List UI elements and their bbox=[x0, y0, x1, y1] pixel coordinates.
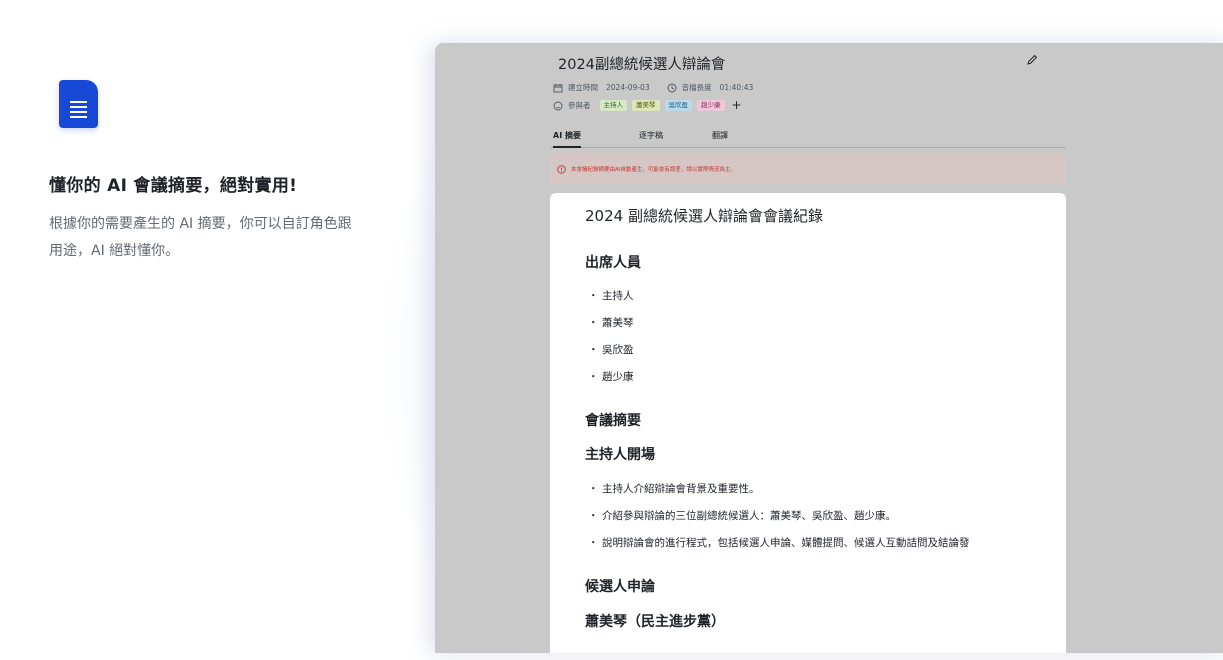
smiley-icon bbox=[553, 101, 563, 110]
attendees-heading: 出席人員 bbox=[585, 255, 641, 271]
opening-heading: 主持人開場 bbox=[585, 447, 655, 463]
participants-label: 參與者 bbox=[568, 101, 591, 110]
meta-participants-row: 參與者 主持人 蕭美琴 吳欣盈 趙少康 + bbox=[553, 99, 742, 111]
attendee-name: 蕭美琴 bbox=[602, 317, 634, 329]
candidate-heading: 蕭美琴（民主進步黨） bbox=[585, 614, 725, 630]
list-item: ・介紹參與辯論的三位副總統候選人：蕭美琴、吳欣盈、趙少康。 bbox=[588, 510, 896, 522]
promo-body: 根據你的需要產生的 AI 摘要，你可以自訂角色跟用途，AI 絕對懂你。 bbox=[49, 216, 352, 259]
list-item: ・主持人 bbox=[588, 290, 634, 302]
promo-headline: 懂你的 AI 會議摘要，絕對實用! bbox=[49, 176, 298, 196]
calendar-icon bbox=[553, 83, 563, 92]
clock-icon bbox=[667, 83, 677, 92]
participant-chip[interactable]: 蕭美琴 bbox=[632, 100, 660, 111]
summary-document: 2024 副總統候選人辯論會會議紀錄 出席人員 ・主持人 ・蕭美琴 ・吳欣盈 ・… bbox=[550, 193, 1066, 653]
statements-heading: 候選人申論 bbox=[585, 579, 655, 595]
meeting-title: 2024副總統候選人辯論會 bbox=[558, 57, 726, 73]
meeting-app-window: 2024副總統候選人辯論會 建立時間 2024-09-03 音檔長度 01:40… bbox=[435, 43, 1223, 653]
created-label: 建立時間 bbox=[568, 83, 598, 92]
meta-time-row: 建立時間 2024-09-03 音檔長度 01:40:43 bbox=[553, 82, 753, 93]
participant-chip[interactable]: 主持人 bbox=[599, 100, 627, 111]
warning-icon bbox=[557, 164, 566, 174]
tab-translation[interactable]: 翻譯 bbox=[712, 130, 728, 146]
list-item: ・主持人介紹辯論會背景及重要性。 bbox=[588, 483, 760, 495]
document-title: 2024 副總統候選人辯論會會議紀錄 bbox=[585, 207, 823, 225]
opening-item: 介紹參與辯論的三位副總統候選人：蕭美琴、吳欣盈、趙少康。 bbox=[602, 510, 896, 522]
list-item: ・吳欣盈 bbox=[588, 344, 634, 356]
opening-item: 主持人介紹辯論會背景及重要性。 bbox=[602, 483, 760, 495]
document-icon bbox=[59, 80, 98, 128]
tab-bar: AI 摘要 逐字稿 翻譯 bbox=[550, 129, 1066, 148]
pencil-icon[interactable] bbox=[1025, 53, 1039, 67]
ai-warning-banner: 本會議紀錄摘要由AI自動產生，可能會有誤差，請以實際情況為主。 bbox=[550, 154, 1066, 184]
participant-chip[interactable]: 趙少康 bbox=[697, 100, 725, 111]
warning-text: 本會議紀錄摘要由AI自動產生，可能會有誤差，請以實際情況為主。 bbox=[571, 167, 736, 173]
tab-transcript[interactable]: 逐字稿 bbox=[639, 130, 663, 146]
created-value: 2024-09-03 bbox=[606, 83, 650, 92]
list-item: ・蕭美琴 bbox=[588, 317, 634, 329]
list-item: ・說明辯論會的進行程式，包括候選人申論、媒體提問、候選人互動詰問及結論發 bbox=[588, 537, 970, 549]
participant-chip[interactable]: 吳欣盈 bbox=[664, 100, 692, 111]
add-participant-button[interactable]: + bbox=[732, 99, 742, 111]
duration-value: 01:40:43 bbox=[719, 83, 754, 92]
attendee-name: 吳欣盈 bbox=[602, 344, 634, 356]
duration-label: 音檔長度 bbox=[681, 83, 712, 92]
list-item: ・趙少康 bbox=[588, 371, 634, 383]
summary-heading: 會議摘要 bbox=[585, 413, 641, 429]
attendee-name: 趙少康 bbox=[602, 371, 634, 383]
opening-item: 說明辯論會的進行程式，包括候選人申論、媒體提問、候選人互動詰問及結論發 bbox=[602, 537, 970, 549]
attendee-name: 主持人 bbox=[602, 290, 634, 302]
tab-ai-summary[interactable]: AI 摘要 bbox=[553, 130, 581, 148]
